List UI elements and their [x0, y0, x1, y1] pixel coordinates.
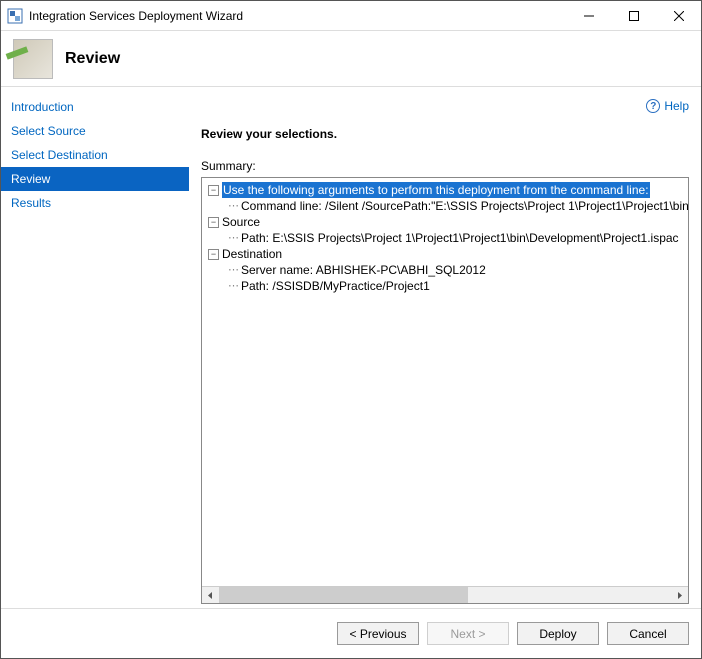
- help-icon: ?: [646, 99, 660, 113]
- deploy-button[interactable]: Deploy: [517, 622, 599, 645]
- sidebar-item-review[interactable]: Review: [1, 167, 189, 191]
- window-controls: [566, 1, 701, 30]
- sidebar-item-select-destination[interactable]: Select Destination: [1, 143, 189, 167]
- tree-node-destination-path[interactable]: ⋯ Path: /SSISDB/MyPractice/Project1: [204, 278, 686, 294]
- tree-connector-icon: ⋯: [228, 198, 239, 214]
- summary-tree: − Use the following arguments to perform…: [201, 177, 689, 604]
- tree-label: Command line: /Silent /SourcePath:"E:\SS…: [241, 198, 688, 214]
- summary-label: Summary:: [201, 159, 689, 173]
- tree-node-source-path[interactable]: ⋯ Path: E:\SSIS Projects\Project 1\Proje…: [204, 230, 686, 246]
- section-title: Review your selections.: [201, 127, 689, 141]
- tree-node-destination-server[interactable]: ⋯ Server name: ABHISHEK-PC\ABHI_SQL2012: [204, 262, 686, 278]
- scroll-left-button[interactable]: [202, 587, 219, 603]
- main-panel: ? Help Review your selections. Summary: …: [189, 87, 701, 608]
- tree-node-destination[interactable]: − Destination: [204, 246, 686, 262]
- sidebar: Introduction Select Source Select Destin…: [1, 87, 189, 608]
- tree-label: Path: /SSISDB/MyPractice/Project1: [241, 278, 430, 294]
- tree-label: Source: [222, 214, 260, 230]
- wizard-window: Integration Services Deployment Wizard R…: [0, 0, 702, 659]
- help-link[interactable]: ? Help: [646, 99, 689, 113]
- collapse-icon[interactable]: −: [208, 249, 219, 260]
- scroll-thumb[interactable]: [219, 587, 468, 603]
- cancel-button[interactable]: Cancel: [607, 622, 689, 645]
- tree-connector-icon: ⋯: [228, 230, 239, 246]
- help-label: Help: [664, 99, 689, 113]
- titlebar: Integration Services Deployment Wizard: [1, 1, 701, 31]
- next-button: Next >: [427, 622, 509, 645]
- app-icon: [7, 8, 23, 24]
- tree-label: Server name: ABHISHEK-PC\ABHI_SQL2012: [241, 262, 486, 278]
- sidebar-item-results[interactable]: Results: [1, 191, 189, 215]
- tree-label: Destination: [222, 246, 282, 262]
- close-button[interactable]: [656, 1, 701, 30]
- tree-node-commandline[interactable]: ⋯ Command line: /Silent /SourcePath:"E:\…: [204, 198, 686, 214]
- sidebar-item-introduction[interactable]: Introduction: [1, 95, 189, 119]
- wizard-header-icon: [13, 39, 53, 79]
- collapse-icon[interactable]: −: [208, 217, 219, 228]
- window-title: Integration Services Deployment Wizard: [29, 9, 566, 23]
- collapse-icon[interactable]: −: [208, 185, 219, 196]
- footer: < Previous Next > Deploy Cancel: [1, 608, 701, 658]
- scroll-right-button[interactable]: [671, 587, 688, 603]
- scroll-track[interactable]: [219, 587, 671, 603]
- tree-node-commandline-args[interactable]: − Use the following arguments to perform…: [204, 182, 686, 198]
- tree-connector-icon: ⋯: [228, 262, 239, 278]
- tree-connector-icon: ⋯: [228, 278, 239, 294]
- sidebar-item-select-source[interactable]: Select Source: [1, 119, 189, 143]
- wizard-header: Review: [1, 31, 701, 87]
- page-title: Review: [65, 50, 120, 68]
- minimize-button[interactable]: [566, 1, 611, 30]
- wizard-body: Introduction Select Source Select Destin…: [1, 87, 701, 608]
- tree-label: Use the following arguments to perform t…: [222, 182, 650, 198]
- tree-content: − Use the following arguments to perform…: [202, 178, 688, 586]
- previous-button[interactable]: < Previous: [337, 622, 419, 645]
- tree-label: Path: E:\SSIS Projects\Project 1\Project…: [241, 230, 679, 246]
- horizontal-scrollbar[interactable]: [202, 586, 688, 603]
- tree-node-source[interactable]: − Source: [204, 214, 686, 230]
- maximize-button[interactable]: [611, 1, 656, 30]
